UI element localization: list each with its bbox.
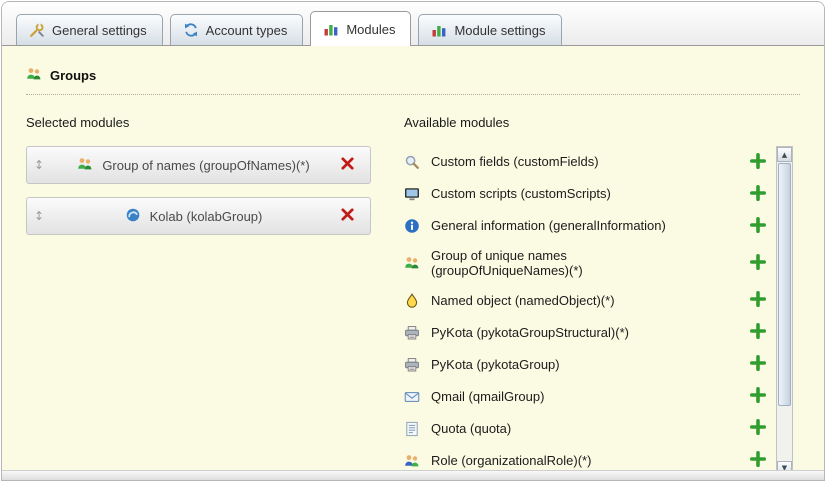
add-module-button[interactable]	[748, 451, 768, 470]
add-module-button[interactable]	[748, 323, 768, 343]
available-module-row: Group of unique names (groupOfUniqueName…	[404, 242, 768, 285]
magnifier-icon	[404, 154, 422, 170]
scroll-up-button[interactable]: ▲	[777, 147, 792, 162]
tools-icon	[29, 22, 45, 38]
scroll-track[interactable]	[777, 407, 792, 460]
available-modules-heading: Available modules	[404, 115, 800, 130]
available-module-label: Custom fields (customFields)	[431, 154, 599, 169]
group-icon	[404, 255, 422, 271]
green-plus-icon	[750, 254, 766, 273]
groups-section-header: Groups	[26, 66, 800, 95]
green-plus-icon	[750, 217, 766, 236]
remove-module-button[interactable]	[336, 154, 358, 176]
green-plus-icon	[750, 323, 766, 342]
tab-label: Account types	[206, 23, 288, 38]
red-x-icon	[340, 156, 355, 174]
tab-general-settings[interactable]: General settings	[16, 14, 163, 45]
available-module-row: Role (organizationalRole)(*)	[404, 445, 768, 470]
selected-modules-column: Selected modules ↕ Group of names (group…	[26, 107, 378, 248]
available-module-label: Quota (quota)	[431, 421, 511, 436]
module-settings-icon	[431, 22, 447, 38]
terminal-icon	[404, 186, 422, 202]
green-plus-icon	[750, 153, 766, 172]
selected-module-label: Group of names (groupOfNames)(*)	[102, 158, 309, 173]
green-plus-icon	[750, 451, 766, 470]
available-module-row: Quota (quota)	[404, 413, 768, 445]
drag-handle-icon[interactable]: ↕	[27, 158, 51, 172]
green-plus-icon	[750, 387, 766, 406]
tab-module-settings[interactable]: Module settings	[418, 14, 561, 45]
green-plus-icon	[750, 355, 766, 374]
add-module-button[interactable]	[748, 387, 768, 407]
document-icon	[404, 421, 422, 437]
add-module-button[interactable]	[748, 291, 768, 311]
scroll-thumb[interactable]	[778, 163, 791, 406]
selected-module-label: Kolab (kolabGroup)	[150, 209, 263, 224]
window-footer	[2, 470, 824, 480]
selected-module-row: ↕ Group of names (groupOfNames)(*)	[26, 146, 371, 184]
available-module-row: PyKota (pykotaGroup)	[404, 349, 768, 381]
kolab-icon	[125, 207, 141, 226]
available-modules-column: Available modules Custom fields (customF…	[404, 107, 800, 470]
add-module-button[interactable]	[748, 184, 768, 204]
tab-label: General settings	[52, 23, 147, 38]
add-module-button[interactable]	[748, 216, 768, 236]
available-module-row: Qmail (qmailGroup)	[404, 381, 768, 413]
add-module-button[interactable]	[748, 355, 768, 375]
refresh-icon	[183, 22, 199, 38]
available-modules-wrap: Custom fields (customFields) Custom scri…	[404, 146, 800, 470]
available-module-label: General information (generalInformation)	[431, 218, 666, 233]
available-modules-list: Custom fields (customFields) Custom scri…	[404, 146, 768, 470]
lam-configuration-page: General settings Account types Modules M…	[1, 1, 825, 481]
red-x-icon	[340, 207, 355, 225]
scroll-down-button[interactable]: ▼	[777, 461, 792, 470]
available-module-label: PyKota (pykotaGroup)	[431, 357, 560, 372]
mail-icon	[404, 389, 422, 405]
modules-columns: Selected modules ↕ Group of names (group…	[26, 107, 800, 470]
available-module-label: Named object (namedObject)(*)	[431, 293, 615, 308]
green-plus-icon	[750, 185, 766, 204]
info-icon	[404, 218, 422, 234]
section-title: Groups	[50, 68, 96, 83]
modules-icon	[323, 21, 339, 37]
available-module-label: Qmail (qmailGroup)	[431, 389, 544, 404]
available-module-row: Named object (namedObject)(*)	[404, 285, 768, 317]
available-module-label: PyKota (pykotaGroupStructural)(*)	[431, 325, 629, 340]
group-icon	[77, 156, 93, 175]
selected-modules-heading: Selected modules	[26, 115, 378, 130]
add-module-button[interactable]	[748, 419, 768, 439]
green-plus-icon	[750, 419, 766, 438]
green-plus-icon	[750, 291, 766, 310]
scrollbar[interactable]: ▲ ▼	[776, 146, 793, 470]
available-module-row: General information (generalInformation)	[404, 210, 768, 242]
tab-modules[interactable]: Modules	[310, 11, 411, 46]
add-module-button[interactable]	[748, 152, 768, 172]
available-module-row: Custom scripts (customScripts)	[404, 178, 768, 210]
tab-account-types[interactable]: Account types	[170, 14, 304, 45]
remove-module-button[interactable]	[336, 205, 358, 227]
add-module-button[interactable]	[748, 253, 768, 273]
role-icon	[404, 453, 422, 469]
tab-label: Module settings	[454, 23, 545, 38]
available-module-label: Group of unique names (groupOfUniqueName…	[431, 248, 699, 279]
modules-content: Groups Selected modules ↕ Group of names…	[2, 46, 824, 470]
available-module-row: PyKota (pykotaGroupStructural)(*)	[404, 317, 768, 349]
droplet-icon	[404, 293, 422, 309]
available-module-label: Role (organizationalRole)(*)	[431, 453, 591, 468]
available-module-label: Custom scripts (customScripts)	[431, 186, 611, 201]
available-module-row: Custom fields (customFields)	[404, 146, 768, 178]
selected-module-row: ↕ Kolab (kolabGroup)	[26, 197, 371, 235]
tab-label: Modules	[346, 22, 395, 37]
printer-icon	[404, 357, 422, 373]
groups-icon	[26, 66, 42, 85]
printer-icon	[404, 325, 422, 341]
drag-handle-icon[interactable]: ↕	[27, 209, 51, 223]
tab-bar: General settings Account types Modules M…	[2, 2, 824, 46]
